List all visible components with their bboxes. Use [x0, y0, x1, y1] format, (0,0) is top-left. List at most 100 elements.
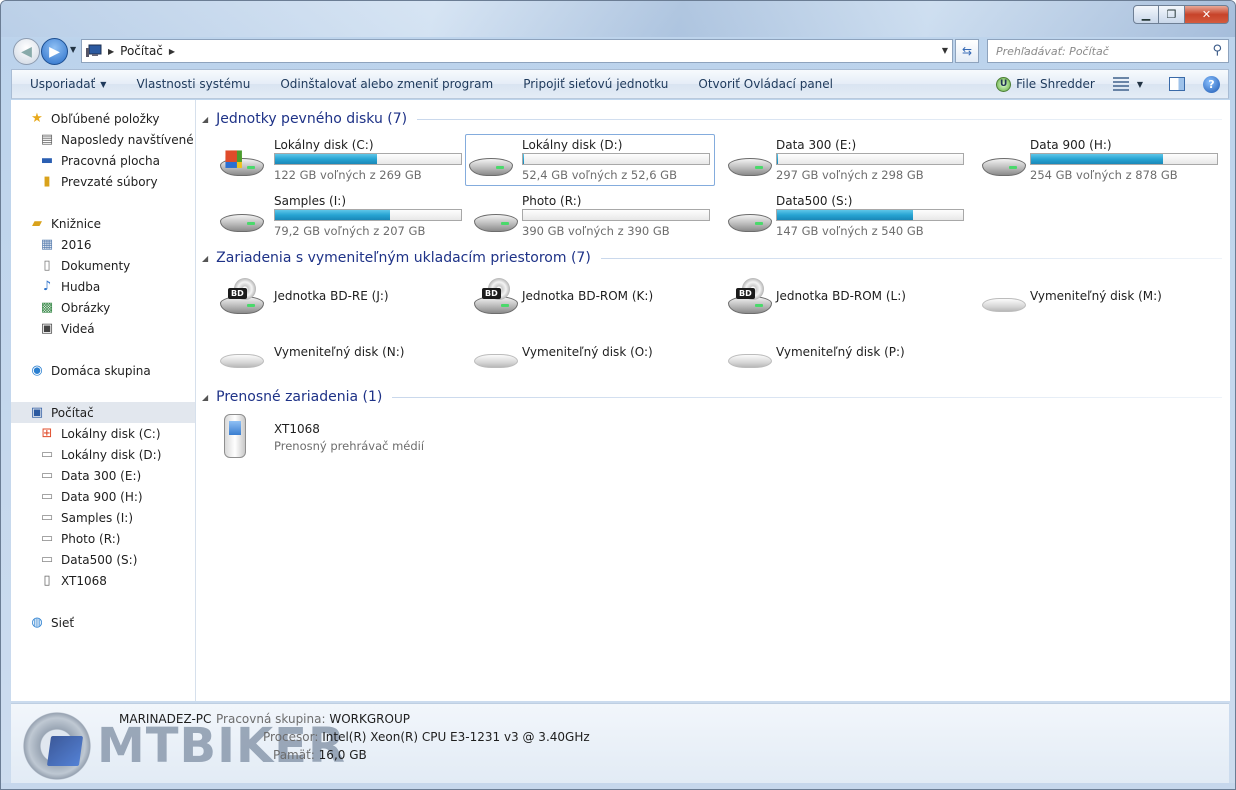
help-icon[interactable]: ?: [1203, 75, 1220, 93]
drive-usage-bar: [274, 153, 462, 165]
drive-tile-s[interactable]: Data500 (S:) 147 GB voľných z 540 GB: [710, 190, 964, 242]
hard-drive-icon: ▭: [40, 531, 54, 546]
sidebar-item-libraries[interactable]: ▰ Knižnice: [29, 213, 195, 234]
sidebar-item-xt1068[interactable]: ▯ XT1068: [39, 570, 195, 591]
sidebar-item-drive-c[interactable]: ⊞ Lokálny disk (C:): [39, 423, 195, 444]
hard-drive-icon: [469, 148, 515, 178]
hard-drive-icon: ▭: [40, 510, 54, 525]
sidebar-item-music[interactable]: ♪ Hudba: [39, 276, 195, 297]
sidebar-item-desktop[interactable]: ▬ Pracovná plocha: [39, 150, 195, 171]
removable-tile-n[interactable]: Vymeniteľný disk (N:): [202, 328, 452, 380]
address-dropdown-icon[interactable]: ▼: [942, 46, 948, 55]
drive-tile-e[interactable]: Data 300 (E:) 297 GB voľných z 298 GB: [710, 134, 964, 186]
sidebar-item-drive-h[interactable]: ▭ Data 900 (H:): [39, 486, 195, 507]
sidebar-item-videos[interactable]: ▣ Videá: [39, 318, 195, 339]
group-divider: [392, 396, 1222, 398]
group-divider: [600, 257, 1222, 259]
uninstall-program-button[interactable]: Odinštalovať alebo zmeniť program: [265, 70, 508, 98]
sidebar-item-label: Domáca skupina: [51, 363, 151, 378]
open-control-panel-button[interactable]: Otvoriť Ovládací panel: [683, 70, 848, 98]
sidebar-item-drive-d[interactable]: ▭ Lokálny disk (D:): [39, 444, 195, 465]
sidebar-item-label: Hudba: [61, 279, 101, 294]
group-header-removable[interactable]: ◢ Zariadenia s vymeniteľným ukladacím pri…: [202, 247, 1222, 269]
removable-tile-k[interactable]: BD Jednotka BD-ROM (K:): [456, 272, 706, 324]
removable-tile-j[interactable]: BD Jednotka BD-RE (J:): [202, 272, 452, 324]
file-shredder-button[interactable]: U File Shredder: [996, 70, 1095, 98]
collapse-icon[interactable]: ◢: [202, 115, 208, 124]
sidebar-item-computer[interactable]: ▣ Počítač: [11, 402, 195, 423]
drive-tile-c[interactable]: ■ Lokálny disk (C:) 122 GB voľných z 269…: [202, 134, 462, 186]
sidebar-item-drive-e[interactable]: ▭ Data 300 (E:): [39, 465, 195, 486]
address-bar[interactable]: ▶ Počítač ▶ ▼: [81, 39, 953, 63]
maximize-button[interactable]: ❐: [1159, 5, 1185, 24]
portable-device-tile[interactable]: XT1068 Prenosný prehrávač médií: [202, 412, 452, 464]
title-bar: [1, 1, 1235, 37]
drive-free-space: 79,2 GB voľných z 207 GB: [274, 224, 426, 238]
sidebar-item-2016[interactable]: ▦ 2016: [39, 234, 195, 255]
sidebar-item-homegroup[interactable]: ◉ Domáca skupina: [29, 360, 195, 381]
address-row: ◀ ▶ ▼ ▶ Počítač ▶ ▼ ⇆ Prehľadávať: Počít…: [1, 37, 1235, 67]
map-network-drive-button[interactable]: Pripojiť sieťovú jednotku: [508, 70, 683, 98]
windows-drive-icon: ■: [220, 148, 266, 178]
removable-tile-m[interactable]: Vymeniteľný disk (M:): [964, 272, 1214, 324]
homegroup-icon: ◉: [31, 363, 43, 378]
sidebar-item-network[interactable]: ◍ Sieť: [29, 612, 195, 633]
sidebar-item-favorites[interactable]: ★ Obľúbené položky: [29, 108, 195, 129]
sidebar-item-label: Dokumenty: [61, 258, 131, 273]
sidebar-item-drive-r[interactable]: ▭ Photo (R:): [39, 528, 195, 549]
drive-usage-bar: [522, 153, 710, 165]
drive-name: Lokálny disk (C:): [274, 138, 374, 152]
collapse-icon[interactable]: ◢: [202, 254, 208, 263]
breadcrumb-computer[interactable]: Počítač: [120, 44, 163, 58]
group-divider: [417, 118, 1222, 120]
sidebar-item-label: Naposledy navštívené mi: [61, 132, 195, 147]
removable-tile-o[interactable]: Vymeniteľný disk (O:): [456, 328, 706, 380]
drive-tile-d[interactable]: Lokálny disk (D:) 52,4 GB voľných z 52,6…: [465, 134, 715, 186]
removable-tile-p[interactable]: Vymeniteľný disk (P:): [710, 328, 960, 380]
sidebar-item-drive-s[interactable]: ▭ Data500 (S:): [39, 549, 195, 570]
sidebar-item-downloads[interactable]: ▮ Prevzaté súbory: [39, 171, 195, 192]
search-icon[interactable]: ⚲: [1212, 43, 1222, 58]
recent-pages-dropdown-icon[interactable]: ▼: [70, 45, 76, 54]
drive-tile-h[interactable]: Data 900 (H:) 254 GB voľných z 878 GB: [964, 134, 1218, 186]
hard-drive-icon: [728, 204, 774, 234]
workgroup-value: WORKGROUP: [329, 712, 410, 726]
map-network-drive-label: Pripojiť sieťovú jednotku: [523, 77, 669, 91]
close-button[interactable]: ✕: [1185, 5, 1229, 24]
drive-name: Data 300 (E:): [776, 138, 857, 152]
sidebar-item-recent[interactable]: ▤ Naposledy navštívené mi: [39, 129, 195, 150]
command-bar: Usporiadať ▼ Vlastnosti systému Odinštalo…: [11, 69, 1229, 99]
collapse-icon[interactable]: ◢: [202, 393, 208, 402]
change-view-icon[interactable]: [1112, 77, 1129, 91]
back-button[interactable]: ◀: [13, 38, 40, 65]
organize-button[interactable]: Usporiadať ▼: [12, 70, 121, 98]
drive-tile-r[interactable]: Photo (R:) 390 GB voľných z 390 GB: [456, 190, 710, 242]
device-name: Jednotka BD-ROM (L:): [776, 289, 906, 303]
drive-free-space: 122 GB voľných z 269 GB: [274, 168, 422, 182]
drive-tile-i[interactable]: Samples (I:) 79,2 GB voľných z 207 GB: [202, 190, 462, 242]
sidebar-item-label: 2016: [61, 237, 92, 252]
sidebar-item-documents[interactable]: ▯ Dokumenty: [39, 255, 195, 276]
group-header-portable[interactable]: ◢ Prenosné zariadenia (1): [202, 386, 1222, 408]
forward-button[interactable]: ▶: [41, 38, 68, 65]
sidebar-item-pictures[interactable]: ▩ Obrázky: [39, 297, 195, 318]
minimize-button[interactable]: ▁: [1133, 5, 1159, 24]
window-frame-bottom: [1, 783, 1235, 789]
removable-tile-l[interactable]: BD Jednotka BD-ROM (L:): [710, 272, 960, 324]
system-properties-button[interactable]: Vlastnosti systému: [121, 70, 265, 98]
sidebar-item-label: Videá: [61, 321, 95, 336]
breadcrumb-arrow-icon[interactable]: ▶: [108, 47, 114, 56]
device-type: Prenosný prehrávač médií: [274, 439, 425, 453]
group-header-hdd[interactable]: ◢ Jednotky pevného disku (7): [202, 108, 1222, 130]
refresh-button[interactable]: ⇆: [955, 39, 979, 63]
view-dropdown-icon[interactable]: ▼: [1137, 80, 1143, 89]
drive-usage-fill: [275, 210, 391, 220]
drive-free-space: 52,4 GB voľných z 52,6 GB: [522, 168, 677, 182]
videos-icon: ▣: [40, 321, 54, 336]
music-icon: ♪: [42, 279, 52, 294]
preview-pane-icon[interactable]: [1169, 77, 1185, 91]
sidebar-item-drive-i[interactable]: ▭ Samples (I:): [39, 507, 195, 528]
breadcrumb-arrow-icon[interactable]: ▶: [169, 47, 175, 56]
search-input[interactable]: Prehľadávať: Počítač ⚲: [987, 39, 1229, 63]
workgroup-label: Pracovná skupina:: [216, 712, 326, 726]
